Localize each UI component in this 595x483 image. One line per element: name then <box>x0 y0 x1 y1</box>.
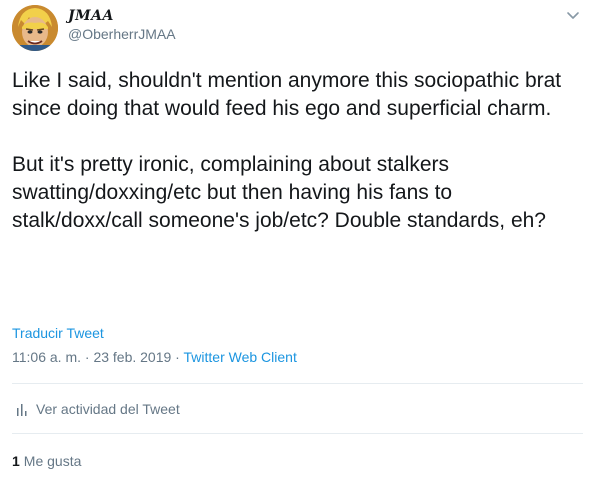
divider <box>12 383 583 384</box>
author-avatar[interactable] <box>12 5 58 51</box>
tweet-card: JMAA @OberherrJMAA Like I said, shouldn'… <box>0 0 595 483</box>
likes-count: 1 <box>12 453 20 469</box>
author-handle[interactable]: @OberherrJMAA <box>68 26 176 42</box>
tweet-metadata: 11:06 a. m. · 23 feb. 2019 · Twitter Web… <box>12 349 297 365</box>
divider <box>12 433 583 434</box>
tweet-paragraph: But it's pretty ironic, complaining abou… <box>12 153 546 232</box>
author-display-name[interactable]: JMAA <box>68 8 114 24</box>
translate-tweet-link[interactable]: Traducir Tweet <box>12 325 104 341</box>
activity-label: Ver actividad del Tweet <box>36 401 180 417</box>
tweet-timestamp[interactable]: 11:06 a. m. · 23 feb. 2019 <box>12 349 171 365</box>
chevron-down-icon[interactable] <box>564 9 582 23</box>
view-tweet-activity-link[interactable]: Ver actividad del Tweet <box>16 401 180 417</box>
likes-label: Me gusta <box>23 453 82 469</box>
meta-separator: · <box>171 349 184 365</box>
tweet-client-link[interactable]: Twitter Web Client <box>184 349 297 365</box>
tweet-paragraph: Like I said, shouldn't mention anymore t… <box>12 69 562 120</box>
avatar-image <box>12 5 58 51</box>
bar-chart-icon <box>17 403 27 416</box>
likes-stat[interactable]: 1 Me gusta <box>12 453 81 469</box>
tweet-text: Like I said, shouldn't mention anymore t… <box>12 67 587 235</box>
